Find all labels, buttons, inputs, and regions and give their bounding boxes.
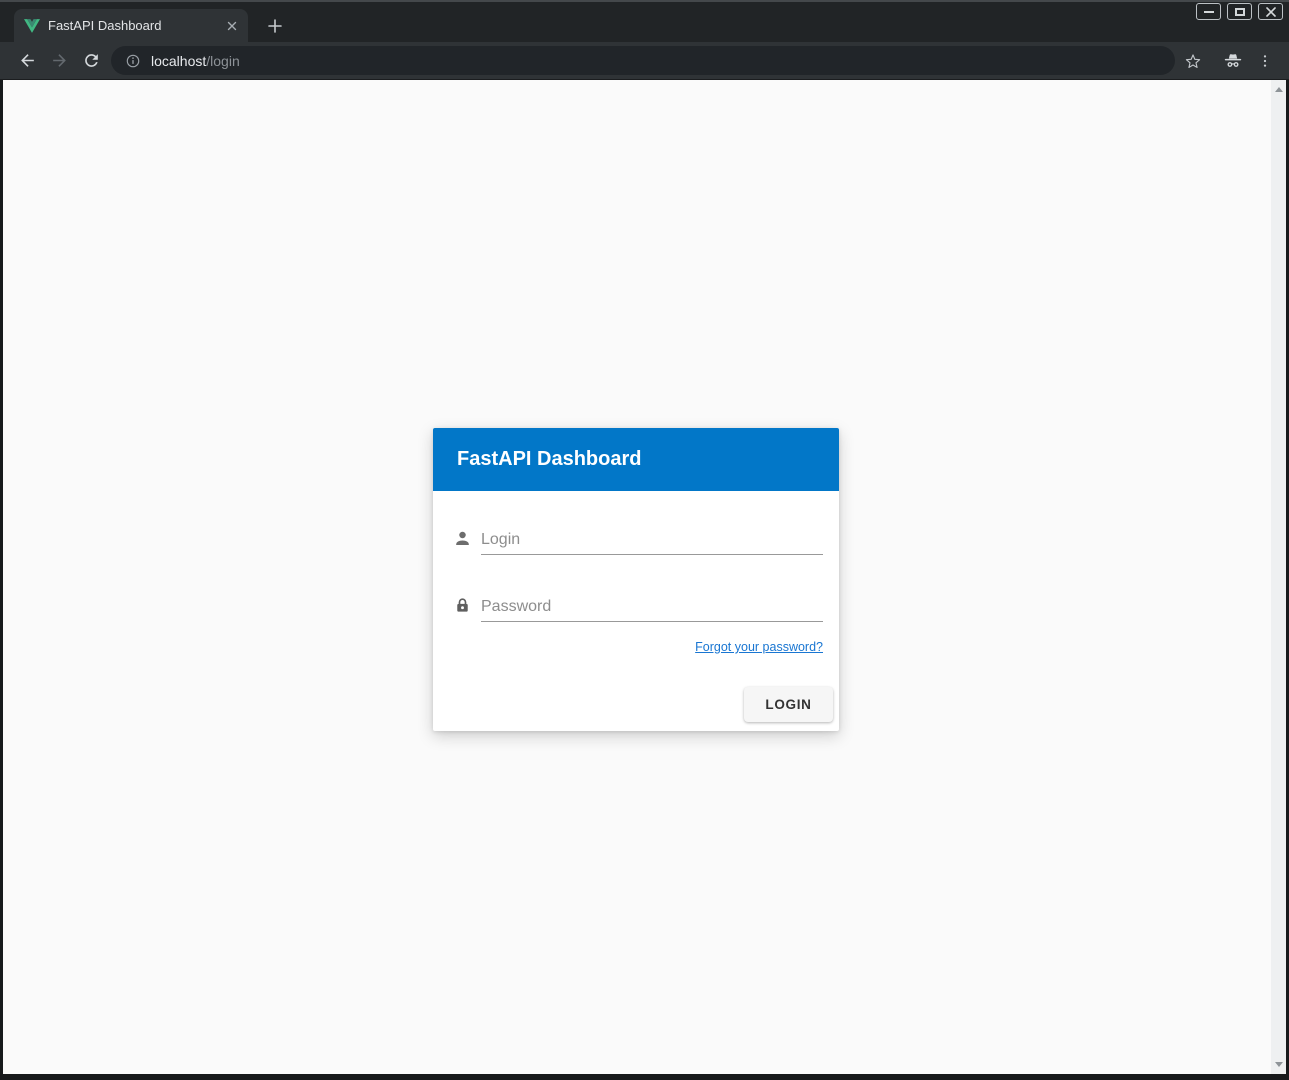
lock-icon bbox=[453, 596, 472, 615]
kebab-menu-icon bbox=[1257, 53, 1273, 69]
bookmark-button[interactable] bbox=[1178, 46, 1208, 76]
person-icon bbox=[453, 529, 472, 548]
window-close-button[interactable] bbox=[1258, 3, 1283, 20]
address-bar[interactable]: localhost/login bbox=[111, 46, 1175, 75]
tab-close-icon[interactable] bbox=[223, 17, 241, 35]
close-icon bbox=[1266, 7, 1276, 17]
incognito-badge bbox=[1218, 46, 1248, 76]
login-card-title: FastAPI Dashboard bbox=[457, 448, 641, 471]
window-maximize-button[interactable] bbox=[1227, 3, 1252, 20]
vue-logo-icon bbox=[24, 19, 40, 33]
forward-arrow-icon bbox=[50, 51, 69, 70]
star-icon bbox=[1184, 52, 1202, 70]
login-card-header: FastAPI Dashboard bbox=[433, 428, 839, 491]
scroll-up-icon[interactable] bbox=[1275, 87, 1283, 92]
url-path: /login bbox=[206, 53, 239, 69]
tab-title: FastAPI Dashboard bbox=[48, 18, 223, 33]
page-scrollbar[interactable] bbox=[1271, 80, 1286, 1074]
window-controls bbox=[1196, 3, 1283, 20]
forgot-password-link[interactable]: Forgot your password? bbox=[453, 640, 823, 654]
login-button[interactable]: LOGIN bbox=[744, 687, 833, 722]
login-field-row bbox=[453, 525, 823, 555]
tab-strip: FastAPI Dashboard bbox=[0, 0, 1289, 42]
info-icon bbox=[125, 53, 141, 69]
new-tab-button[interactable] bbox=[261, 13, 288, 39]
login-input[interactable] bbox=[481, 525, 823, 555]
site-info-button[interactable] bbox=[125, 53, 141, 69]
login-card: FastAPI Dashboard bbox=[433, 428, 839, 731]
window-minimize-button[interactable] bbox=[1196, 3, 1221, 20]
password-input[interactable] bbox=[481, 592, 823, 622]
window-top-edge bbox=[0, 0, 1289, 2]
browser-tab[interactable]: FastAPI Dashboard bbox=[14, 9, 248, 42]
password-field-row bbox=[453, 592, 823, 622]
reload-icon bbox=[82, 51, 101, 70]
minimize-icon bbox=[1204, 11, 1214, 13]
incognito-icon bbox=[1223, 51, 1243, 71]
back-button[interactable] bbox=[12, 46, 42, 76]
browser-menu-button[interactable] bbox=[1250, 46, 1280, 76]
back-arrow-icon bbox=[18, 51, 37, 70]
scroll-down-icon[interactable] bbox=[1275, 1062, 1283, 1067]
page-content: FastAPI Dashboard bbox=[3, 80, 1286, 1074]
maximize-icon bbox=[1235, 8, 1245, 16]
reload-button[interactable] bbox=[76, 46, 106, 76]
url-host: localhost bbox=[151, 53, 206, 69]
browser-toolbar: localhost/login bbox=[0, 42, 1289, 80]
login-card-body: Forgot your password? bbox=[433, 525, 839, 654]
forward-button[interactable] bbox=[44, 46, 74, 76]
